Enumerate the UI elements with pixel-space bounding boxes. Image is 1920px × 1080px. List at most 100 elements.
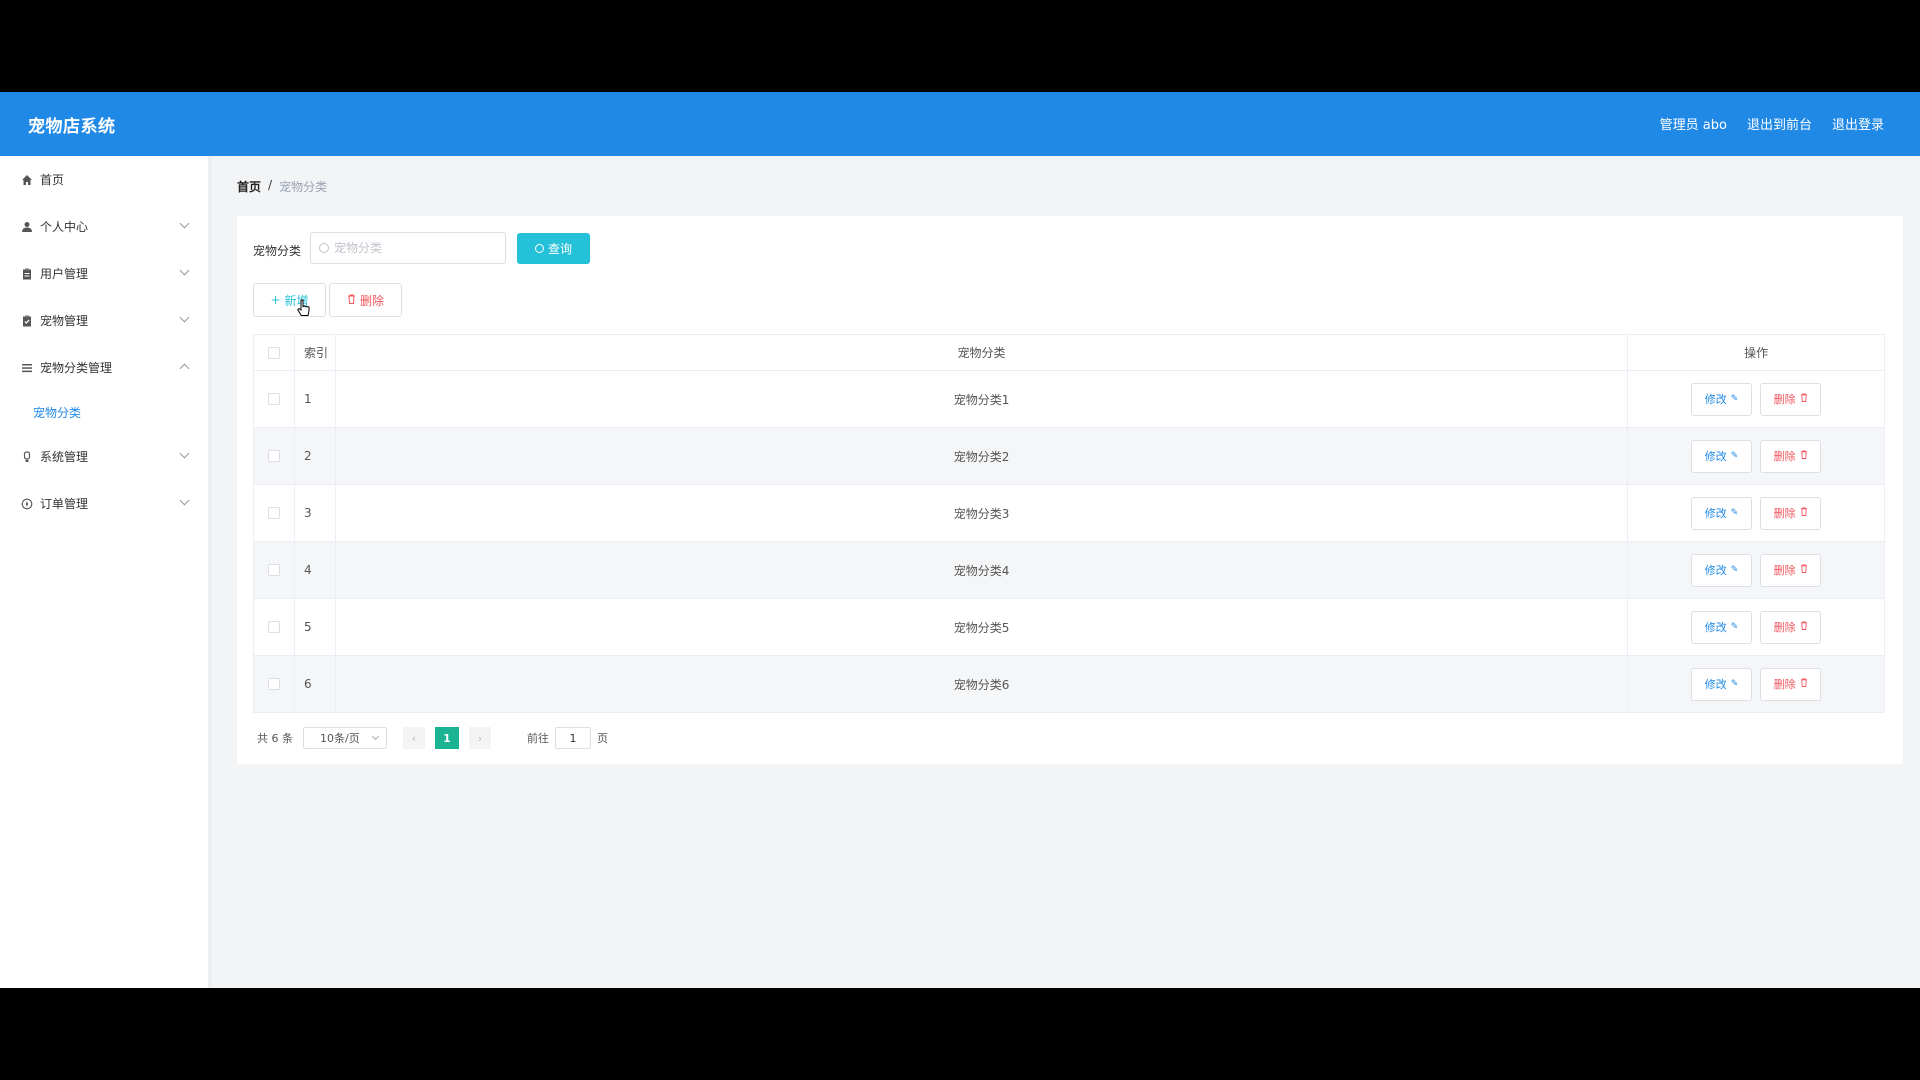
edit-button-label: 修改 xyxy=(1704,564,1727,577)
search-input[interactable] xyxy=(334,241,494,255)
row-actions: 修改 ✎ 删除 xyxy=(1628,599,1885,655)
row-check-cell xyxy=(254,542,295,598)
sidebar-item-system[interactable]: 系统管理 xyxy=(0,433,208,480)
row-checkbox[interactable] xyxy=(267,393,280,405)
edit-button[interactable]: 修改 ✎ xyxy=(1691,496,1753,530)
row-checkbox[interactable] xyxy=(267,450,280,462)
trash-icon xyxy=(1800,507,1808,519)
row-checkbox[interactable] xyxy=(267,507,280,519)
exit-to-frontend-link[interactable]: 退出到前台 xyxy=(1747,114,1812,133)
row-checkbox[interactable] xyxy=(267,564,280,576)
row-index: 3 xyxy=(295,485,336,541)
header-index: 索引 xyxy=(295,335,336,370)
user-icon xyxy=(20,220,34,234)
row-check-cell xyxy=(254,599,295,655)
edit-button[interactable]: 修改 ✎ xyxy=(1691,382,1753,416)
table-body: 1 宠物分类1 修改 ✎ 删除 2 宠物分类2 修改 ✎ 删除 3 宠物分类3 修改 ✎ 删除 4 宠物分类4 修… xyxy=(254,371,1885,713)
query-button[interactable]: 查询 xyxy=(517,233,590,264)
chevron-down-icon xyxy=(371,732,380,741)
clipboard-icon xyxy=(20,267,34,281)
row-name: 宠物分类6 xyxy=(336,656,1629,712)
pagination: 共 6 条 10条/页 ‹ 1 › 前往 页 xyxy=(257,727,608,749)
bulk-delete-button[interactable]: 删除 xyxy=(329,283,402,317)
sidebar-item-pet-category-mgmt[interactable]: 宠物分类管理 xyxy=(0,344,208,391)
add-button[interactable]: + 新增 xyxy=(253,283,326,317)
sidebar-item-home[interactable]: 首页 xyxy=(0,156,208,203)
chevron-right-icon: › xyxy=(477,731,483,745)
prev-page-button[interactable]: ‹ xyxy=(403,727,425,749)
edit-button[interactable]: 修改 ✎ xyxy=(1691,553,1753,587)
delete-button-label: 删除 xyxy=(1773,564,1796,577)
row-name: 宠物分类4 xyxy=(336,542,1629,598)
row-name: 宠物分类1 xyxy=(336,371,1629,427)
goto-prefix: 前往 xyxy=(527,732,549,745)
row-check-cell xyxy=(254,656,295,712)
sidebar-item-label: 用户管理 xyxy=(40,267,89,281)
edit-button[interactable]: 修改 ✎ xyxy=(1691,610,1753,644)
trash-icon xyxy=(1800,564,1808,576)
sidebar-item-label: 订单管理 xyxy=(40,497,89,511)
edit-button[interactable]: 修改 ✎ xyxy=(1691,439,1753,473)
sidebar-item-orders[interactable]: 订单管理 xyxy=(0,480,208,527)
sidebar-item-label: 宠物管理 xyxy=(40,314,89,328)
select-all-checkbox[interactable] xyxy=(267,346,280,359)
edit-icon: ✎ xyxy=(1730,508,1739,518)
trash-icon xyxy=(347,294,356,307)
goto-suffix: 页 xyxy=(597,732,608,745)
sidebar-item-label: 首页 xyxy=(40,173,65,187)
sidebar-item-users[interactable]: 用户管理 xyxy=(0,250,208,297)
edit-icon: ✎ xyxy=(1730,451,1739,461)
sidebar-item-pets[interactable]: 宠物管理 xyxy=(0,297,208,344)
search-icon xyxy=(534,244,544,253)
breadcrumb-home[interactable]: 首页 xyxy=(237,178,261,195)
chevron-down-icon xyxy=(179,312,190,323)
delete-button-label: 删除 xyxy=(1773,621,1796,634)
row-check-cell xyxy=(254,485,295,541)
goto-page-input[interactable] xyxy=(555,727,591,749)
row-index: 4 xyxy=(295,542,336,598)
edit-button-label: 修改 xyxy=(1704,621,1727,634)
chevron-down-icon xyxy=(179,495,190,506)
row-checkbox[interactable] xyxy=(267,621,280,633)
row-actions: 修改 ✎ 删除 xyxy=(1628,542,1885,598)
edit-button-label: 修改 xyxy=(1704,393,1727,406)
search-field[interactable] xyxy=(310,232,506,264)
row-name: 宠物分类2 xyxy=(336,428,1629,484)
edit-button[interactable]: 修改 ✎ xyxy=(1691,667,1753,701)
table-row: 1 宠物分类1 修改 ✎ 删除 xyxy=(254,371,1885,428)
app-title: 宠物店系统 xyxy=(28,117,116,137)
app-screen: 宠物店系统 管理员 abo 退出到前台 退出登录 首页 个人中心 用户管理 宠物… xyxy=(0,92,1920,988)
delete-button[interactable]: 删除 xyxy=(1760,496,1822,530)
table-row: 5 宠物分类5 修改 ✎ 删除 xyxy=(254,599,1885,656)
page-size-select[interactable]: 10条/页 xyxy=(303,727,387,749)
page-number-button[interactable]: 1 xyxy=(435,727,459,749)
chevron-down-icon xyxy=(179,218,190,229)
row-actions: 修改 ✎ 删除 xyxy=(1628,371,1885,427)
delete-button[interactable]: 删除 xyxy=(1760,439,1822,473)
bulb-icon xyxy=(20,450,34,464)
delete-button-label: 删除 xyxy=(1773,507,1796,520)
chevron-down-icon xyxy=(179,265,190,276)
next-page-button[interactable]: › xyxy=(469,727,491,749)
query-button-label: 查询 xyxy=(547,242,572,256)
clipboard-check-icon xyxy=(20,314,34,328)
row-checkbox[interactable] xyxy=(267,678,280,690)
edit-button-label: 修改 xyxy=(1704,507,1727,520)
chevron-down-icon xyxy=(179,448,190,459)
table-row: 2 宠物分类2 修改 ✎ 删除 xyxy=(254,428,1885,485)
category-table: 索引 宠物分类 操作 1 宠物分类1 修改 ✎ 删除 2 宠物分类2 修改 ✎ 删除 3 宠物分类3 修… xyxy=(253,334,1885,713)
breadcrumb: 首页 / 宠物分类 xyxy=(237,178,327,195)
row-name: 宠物分类5 xyxy=(336,599,1629,655)
logout-link[interactable]: 退出登录 xyxy=(1832,114,1884,133)
admin-user-link[interactable]: 管理员 abo xyxy=(1660,114,1727,133)
edit-icon: ✎ xyxy=(1730,565,1739,575)
sidebar-item-profile[interactable]: 个人中心 xyxy=(0,203,208,250)
delete-button[interactable]: 删除 xyxy=(1760,553,1822,587)
delete-button[interactable]: 删除 xyxy=(1760,610,1822,644)
row-index: 2 xyxy=(295,428,336,484)
sidebar-subitem-pet-category[interactable]: 宠物分类 xyxy=(0,391,208,433)
trash-icon xyxy=(1800,393,1808,405)
delete-button[interactable]: 删除 xyxy=(1760,667,1822,701)
row-actions: 修改 ✎ 删除 xyxy=(1628,485,1885,541)
delete-button[interactable]: 删除 xyxy=(1760,382,1822,416)
